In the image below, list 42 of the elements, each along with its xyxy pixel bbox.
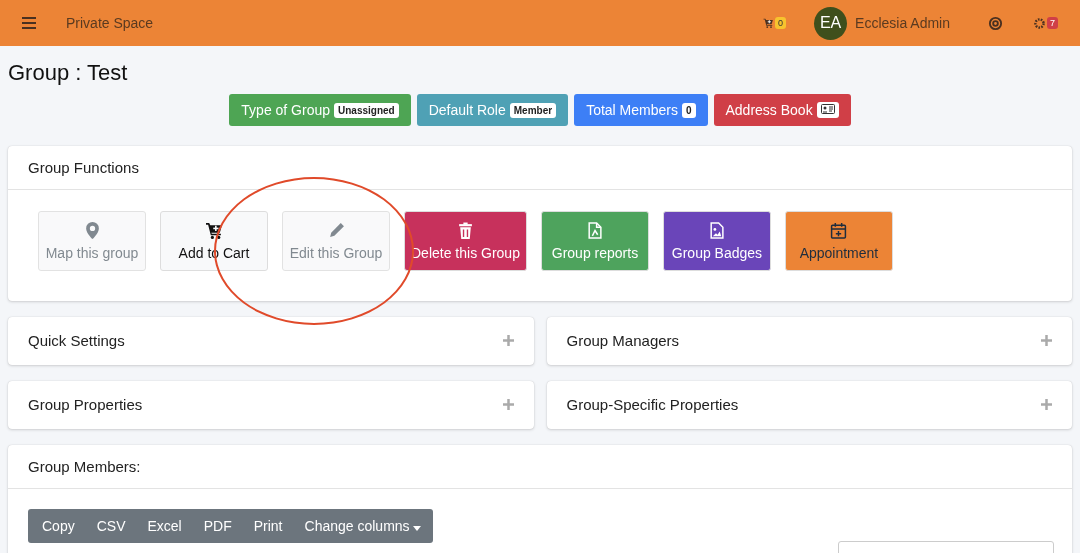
group-function-button[interactable]: Appointment	[784, 211, 893, 271]
plus-icon	[502, 399, 514, 410]
card-title: Group Members:	[8, 445, 1072, 489]
summary-button[interactable]: Default Role Member	[416, 94, 569, 126]
calendar-icon	[830, 221, 848, 239]
gears-icon[interactable]	[1033, 16, 1046, 30]
lifebuoy-icon[interactable]	[988, 15, 1003, 31]
cart-icon[interactable]	[763, 18, 775, 28]
plus-icon	[502, 335, 514, 346]
brand-link[interactable]: Private Space	[66, 15, 154, 31]
cart-count-badge: 0	[775, 17, 787, 29]
pdf-icon	[586, 221, 604, 239]
id-card-icon	[820, 104, 835, 114]
panel-title: Group Properties	[28, 396, 143, 413]
export-button[interactable]: Copy	[28, 509, 86, 543]
user-avatar[interactable]: EA	[814, 6, 848, 40]
card-title: Group Functions	[8, 146, 1072, 190]
menu-icon[interactable]	[22, 17, 36, 29]
panel-title: Group Managers	[566, 332, 680, 349]
group-function-button[interactable]: Group reports	[540, 211, 649, 271]
panel-title: Quick Settings	[28, 332, 125, 349]
export-button[interactable]: CSV	[85, 509, 137, 543]
summary-button[interactable]: Type of Group Unassigned	[229, 94, 411, 126]
notification-badge: 7	[1047, 17, 1058, 29]
plus-icon	[1041, 335, 1052, 346]
change-columns-button[interactable]: Change columns	[293, 509, 434, 543]
plus-icon	[1041, 399, 1052, 410]
image-icon	[708, 221, 726, 239]
trash-icon	[456, 221, 474, 239]
cart-icon	[205, 221, 223, 239]
page-title: Group : Test	[8, 60, 129, 86]
caret-icon	[413, 526, 422, 531]
export-button[interactable]: Print	[242, 509, 294, 543]
panel-title: Group-Specific Properties	[566, 396, 739, 413]
export-button[interactable]: Excel	[136, 509, 193, 543]
export-button[interactable]: PDF	[192, 509, 243, 543]
summary-button[interactable]: Address Book	[713, 94, 851, 126]
pin-icon	[83, 221, 101, 239]
group-function-button[interactable]: Group Badges	[662, 211, 771, 271]
pencil-icon	[327, 221, 345, 239]
user-name[interactable]: Ecclesia Admin	[855, 15, 950, 31]
summary-button[interactable]: Total Members 0	[574, 94, 708, 126]
